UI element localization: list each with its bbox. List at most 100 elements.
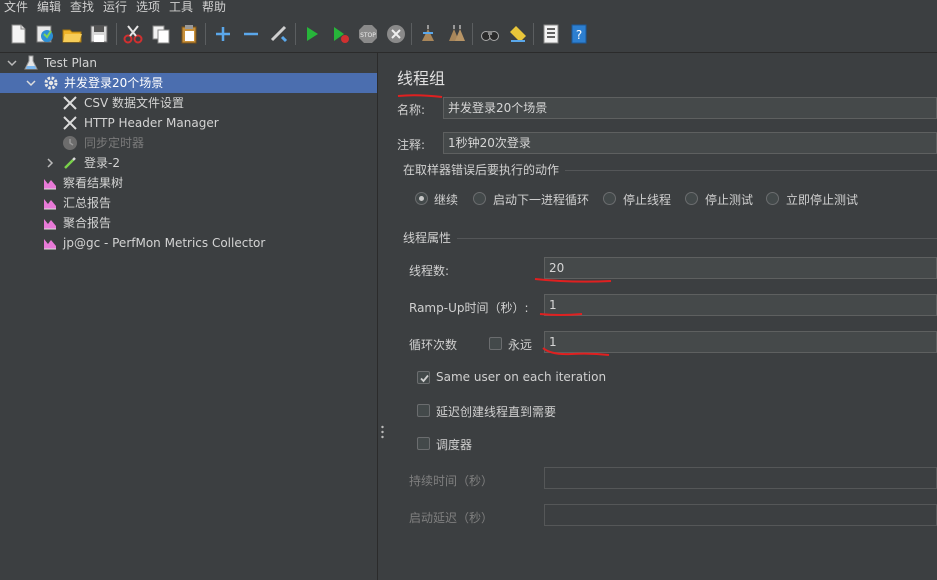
start-icon[interactable] — [300, 22, 324, 46]
stop-icon[interactable]: STOP — [356, 22, 380, 46]
test-plan-icon — [24, 55, 38, 70]
radio-stop-test-now[interactable] — [766, 192, 779, 205]
toolbar: STOP ? — [0, 17, 937, 53]
tree-label-thread-group: 并发登录20个场景 — [64, 76, 164, 90]
chevron-down-icon[interactable] — [4, 55, 20, 71]
collapse-icon[interactable] — [239, 22, 263, 46]
copy-icon[interactable] — [149, 22, 173, 46]
cut-icon[interactable] — [121, 22, 145, 46]
name-field[interactable]: 并发登录20个场景 — [443, 97, 937, 119]
comment-field[interactable]: 1秒钟20次登录 — [443, 132, 937, 154]
radio-stop-test-label: 停止测试 — [705, 193, 754, 207]
same-user-label: Same user on each iteration — [436, 370, 607, 384]
comment-label: 注释: — [397, 138, 426, 152]
thread-props-title: 线程属性 — [403, 231, 452, 245]
tree-label-perfmon: jp@gc - PerfMon Metrics Collector — [63, 236, 266, 250]
tree-node-view-results[interactable]: 察看结果树 — [0, 173, 377, 193]
error-action-title: 在取样器错误后要执行的动作 — [403, 163, 560, 177]
menu-search[interactable]: 查找 — [70, 0, 94, 16]
startup-delay-label: 启动延迟（秒） — [409, 511, 494, 525]
pipette-icon — [64, 157, 76, 169]
tree-label-aggregate: 聚合报告 — [63, 216, 112, 230]
startup-delay-field — [544, 504, 937, 526]
annotation-underline — [542, 347, 610, 356]
delay-create-checkbox[interactable] — [417, 404, 430, 417]
menu-edit[interactable]: 编辑 — [37, 0, 61, 16]
timer-icon — [63, 136, 77, 150]
tree-node-aggregate[interactable]: 聚合报告 — [0, 213, 377, 233]
menu-bar: 文件 编辑 查找 运行 选项 工具 帮助 — [0, 0, 937, 16]
rampup-field[interactable]: 1 — [544, 294, 937, 316]
svg-text:?: ? — [576, 28, 582, 42]
test-plan-tree: Test Plan 并发登录20个场景 CSV 数据文件设置 HTTP Head… — [0, 53, 377, 580]
rampup-label: Ramp-Up时间（秒）: — [409, 301, 529, 315]
radio-continue-label: 继续 — [434, 193, 459, 207]
svg-text:STOP: STOP — [360, 32, 376, 39]
listener-icon — [44, 239, 56, 250]
save-icon[interactable] — [87, 22, 111, 46]
wrench-icon — [63, 116, 77, 130]
radio-continue[interactable] — [415, 192, 428, 205]
tree-node-sync-timer[interactable]: 同步定时器 — [0, 133, 377, 153]
radio-start-next-loop-label: 启动下一进程循环 — [493, 193, 590, 207]
forever-label: 永远 — [508, 338, 533, 352]
open-icon[interactable] — [60, 22, 84, 46]
shutdown-icon[interactable] — [384, 22, 408, 46]
search-icon[interactable] — [478, 22, 502, 46]
scheduler-checkbox[interactable] — [417, 437, 430, 450]
chevron-right-icon[interactable] — [42, 155, 58, 171]
tree-node-summary[interactable]: 汇总报告 — [0, 193, 377, 213]
wrench-icon — [63, 96, 77, 110]
radio-stop-thread-label: 停止线程 — [623, 193, 672, 207]
annotation-underline — [397, 94, 443, 98]
menu-tools[interactable]: 工具 — [169, 0, 193, 16]
paste-icon[interactable] — [177, 22, 201, 46]
templates-icon[interactable] — [33, 22, 57, 46]
radio-stop-test[interactable] — [685, 192, 698, 205]
annotation-underline — [539, 313, 583, 316]
splitter[interactable] — [377, 53, 387, 580]
radio-start-next-loop[interactable] — [473, 192, 486, 205]
page-title: 线程组 — [397, 69, 446, 88]
same-user-checkbox[interactable] — [417, 371, 430, 384]
tree-label-header-manager: HTTP Header Manager — [84, 116, 219, 130]
toggle-icon[interactable] — [267, 22, 291, 46]
delay-create-label: 延迟创建线程直到需要 — [436, 405, 557, 419]
listener-icon — [44, 179, 56, 190]
name-label: 名称: — [397, 103, 426, 117]
tree-node-test-plan[interactable]: Test Plan — [0, 53, 377, 73]
clear-all-icon[interactable] — [444, 22, 468, 46]
help-icon[interactable]: ? — [567, 22, 591, 46]
tree-label-test-plan: Test Plan — [44, 56, 97, 70]
tree-node-thread-group[interactable]: 并发登录20个场景 — [0, 73, 377, 93]
expand-icon[interactable] — [211, 22, 235, 46]
tree-label-summary: 汇总报告 — [63, 196, 112, 210]
tree-label-csv: CSV 数据文件设置 — [84, 96, 185, 110]
tree-label-sync-timer: 同步定时器 — [84, 136, 145, 150]
new-file-icon[interactable] — [6, 22, 30, 46]
menu-run[interactable]: 运行 — [103, 0, 127, 16]
annotation-underline — [534, 278, 612, 283]
start-no-pause-icon[interactable] — [328, 22, 352, 46]
forever-checkbox[interactable] — [489, 337, 502, 350]
reset-search-icon[interactable] — [506, 22, 530, 46]
duration-label: 持续时间（秒） — [409, 474, 494, 488]
radio-stop-thread[interactable] — [603, 192, 616, 205]
tree-node-header-manager[interactable]: HTTP Header Manager — [0, 113, 377, 133]
function-helper-icon[interactable] — [539, 22, 563, 46]
thread-group-panel: 线程组 名称: 并发登录20个场景 注释: 1秒钟20次登录 在取样器错误后要执… — [387, 53, 937, 580]
listener-icon — [44, 199, 56, 210]
tree-node-perfmon[interactable]: jp@gc - PerfMon Metrics Collector — [0, 233, 377, 253]
drag-handle-icon[interactable] — [381, 425, 384, 439]
tree-node-csv[interactable]: CSV 数据文件设置 — [0, 93, 377, 113]
menu-help[interactable]: 帮助 — [202, 0, 226, 16]
clear-icon[interactable] — [416, 22, 440, 46]
loop-label: 循环次数 — [409, 338, 458, 352]
listener-icon — [44, 219, 56, 230]
menu-file[interactable]: 文件 — [4, 0, 28, 16]
scheduler-label: 调度器 — [436, 438, 473, 452]
threads-label: 线程数: — [409, 264, 450, 278]
menu-options[interactable]: 选项 — [136, 0, 160, 16]
tree-node-login[interactable]: 登录-2 — [0, 153, 377, 173]
chevron-down-icon[interactable] — [23, 75, 39, 91]
